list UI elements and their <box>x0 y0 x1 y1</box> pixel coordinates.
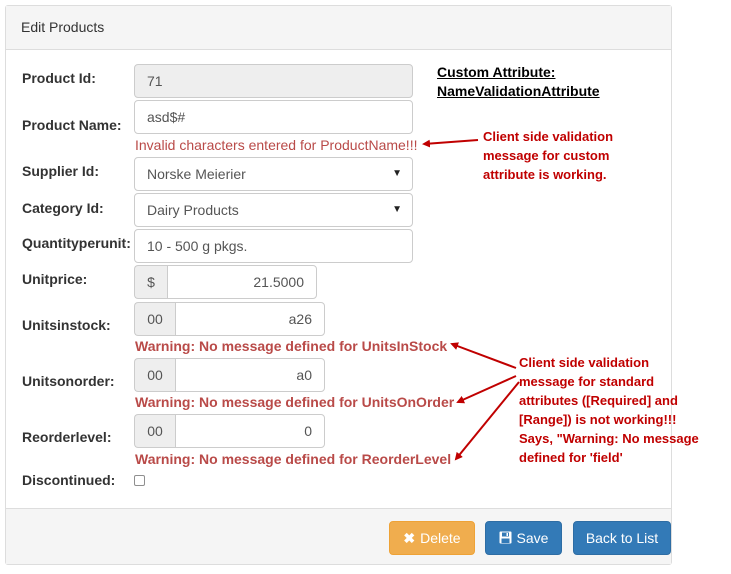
product-name-label: Product Name: <box>22 117 122 133</box>
custom-validation-note: Client side validation message for custo… <box>483 127 613 184</box>
note-2-line-2: message for standard <box>519 374 655 389</box>
units-in-stock-error: Warning: No message defined for UnitsInS… <box>135 338 448 354</box>
unit-price-label: Unitprice: <box>22 271 88 287</box>
note-1-line-2: message for custom <box>483 148 610 163</box>
quantity-per-unit-label: Quantityperunit: <box>22 235 131 251</box>
quantity-per-unit-field[interactable]: 10 - 500 g pkgs. <box>134 229 413 263</box>
units-in-stock-addon: 00 <box>134 302 175 336</box>
units-on-order-label: Unitsonorder: <box>22 373 115 389</box>
units-on-order-addon: 00 <box>134 358 175 392</box>
product-name-error: Invalid characters entered for ProductNa… <box>135 137 418 153</box>
category-id-selected: Dairy Products <box>147 202 239 218</box>
supplier-id-label: Supplier Id: <box>22 163 99 179</box>
reorder-level-error: Warning: No message defined for ReorderL… <box>135 451 452 467</box>
standard-validation-note: Client side validation message for stand… <box>519 353 699 467</box>
note-2-line-5: Says, "Warning: No message <box>519 431 699 446</box>
note-2-line-6: defined for 'field' <box>519 450 623 465</box>
supplier-id-selected: Norske Meierier <box>147 166 246 182</box>
currency-addon: $ <box>134 265 167 299</box>
product-id-field: 71 <box>134 64 413 98</box>
custom-attribute-line-1: Custom Attribute: <box>437 64 556 80</box>
panel-heading: Edit Products <box>6 6 671 50</box>
panel-title: Edit Products <box>21 19 105 35</box>
page: Edit Products Product Id: 71 Product Nam… <box>0 0 731 574</box>
back-to-list-button[interactable]: Back to List <box>573 521 671 555</box>
discontinued-checkbox[interactable] <box>134 475 145 486</box>
product-id-label: Product Id: <box>22 70 96 86</box>
delete-button-label: Delete <box>420 530 461 546</box>
discontinued-label: Discontinued: <box>22 472 116 488</box>
reorder-level-field[interactable]: 0 <box>175 414 325 448</box>
save-button-label: Save <box>516 530 549 546</box>
units-in-stock-label: Unitsinstock: <box>22 317 111 333</box>
note-2-line-3: attributes ([Required] and <box>519 393 678 408</box>
unit-price-field[interactable]: 21.5000 <box>167 265 317 299</box>
note-1-line-3: attribute is working. <box>483 167 607 182</box>
category-id-label: Category Id: <box>22 200 104 216</box>
reorder-level-label: Reorderlevel: <box>22 429 112 445</box>
caret-down-icon: ▼ <box>392 168 402 179</box>
product-name-field[interactable]: asd$# <box>134 100 413 134</box>
units-in-stock-field[interactable]: a26 <box>175 302 325 336</box>
panel-footer <box>6 508 671 564</box>
caret-down-icon: ▼ <box>392 204 402 215</box>
note-1-line-1: Client side validation <box>483 129 614 144</box>
units-on-order-field[interactable]: a0 <box>175 358 325 392</box>
supplier-id-select[interactable]: Norske Meierier ▼ <box>134 157 413 191</box>
delete-button[interactable]: ✖ Delete <box>389 521 475 555</box>
note-2-line-4: [Range]) is not working!!! <box>519 412 677 427</box>
save-button[interactable]: Save <box>485 521 562 555</box>
reorder-level-addon: 00 <box>134 414 175 448</box>
units-on-order-error: Warning: No message defined for UnitsOnO… <box>135 394 455 410</box>
custom-attribute-annotation: Custom Attribute: NameValidationAttribut… <box>437 63 600 101</box>
note-2-line-1: Client side validation <box>519 355 650 370</box>
custom-attribute-line-2: NameValidationAttribute <box>437 83 600 99</box>
category-id-select[interactable]: Dairy Products ▼ <box>134 193 413 227</box>
times-icon: ✖ <box>403 530 416 546</box>
floppy-disk-icon <box>499 522 512 554</box>
